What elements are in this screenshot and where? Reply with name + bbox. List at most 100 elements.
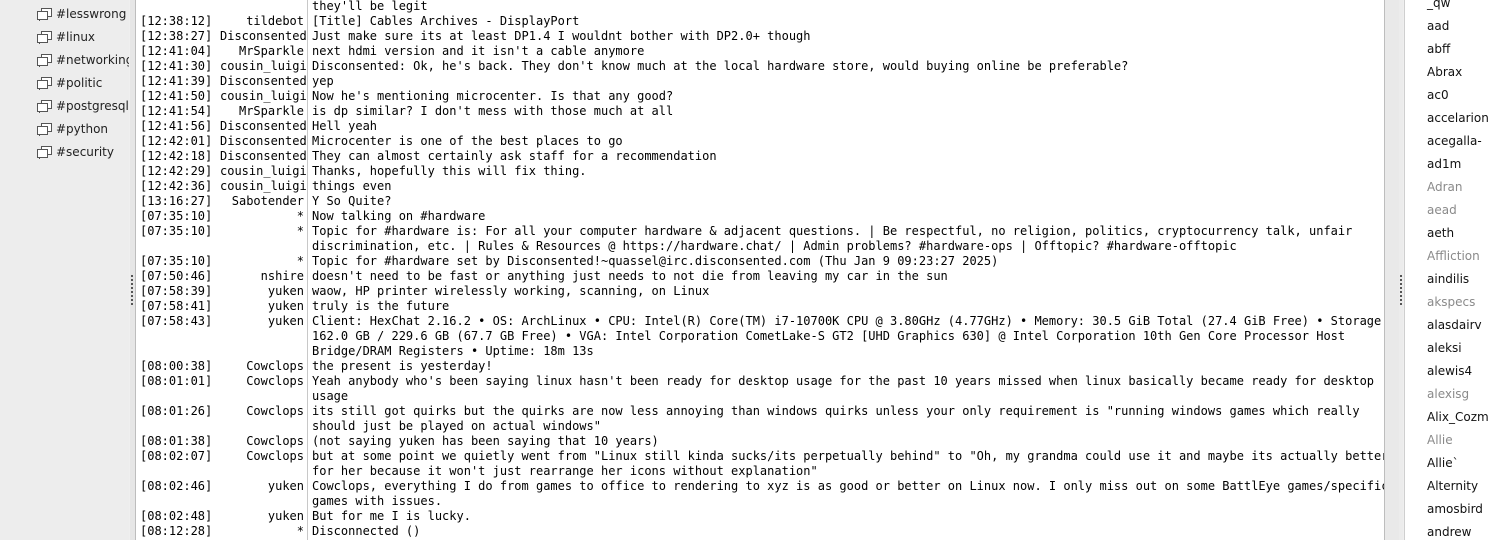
message-nick[interactable]: *	[220, 524, 304, 539]
message-nick[interactable]: Disconsented	[220, 134, 307, 149]
message-nick[interactable]: yuken	[220, 299, 304, 314]
channel-tree: #lesswrong #linux #networking #politic #post…	[0, 0, 129, 540]
user-list-item[interactable]: alewis4	[1427, 360, 1472, 383]
user-list-item[interactable]: accelarion	[1427, 107, 1489, 130]
user-list-item[interactable]: acegalla-	[1427, 130, 1482, 153]
channel-icon	[37, 99, 52, 113]
message-nick[interactable]: *	[220, 224, 304, 239]
message-nick[interactable]: Disconsented	[220, 149, 307, 164]
user-list-item[interactable]: aindilis	[1427, 268, 1469, 291]
channel-item[interactable]: #python	[37, 120, 129, 138]
message-nick[interactable]: Cowclops	[220, 449, 304, 464]
message-timestamp: [12:41:30]	[140, 59, 213, 73]
message-text: Just make sure its at least DP1.4 I woul…	[312, 29, 811, 43]
message-timestamp: [08:01:01]	[140, 374, 213, 388]
user-list-item[interactable]: andrew	[1427, 521, 1471, 540]
message-timestamp: [07:35:10]	[140, 209, 213, 223]
message-text: but at some point we quietly went from "…	[312, 449, 1385, 463]
message-nick[interactable]: Cowclops	[220, 434, 304, 449]
message-nick[interactable]: Disconsented	[220, 74, 307, 89]
message-nick[interactable]: *	[220, 209, 304, 224]
message-nick[interactable]: cousin_luigi	[220, 59, 307, 74]
message-text: They can almost certainly ask staff for …	[312, 149, 717, 163]
user-list-item[interactable]: Alix_Cozm	[1427, 406, 1489, 429]
message-nick[interactable]: tildebot	[220, 14, 304, 29]
user-list-item[interactable]: aead	[1427, 199, 1457, 222]
message-text: Now he's mentioning microcenter. Is that…	[312, 89, 674, 103]
message-nick[interactable]: Disconsented	[220, 119, 307, 134]
user-list-item[interactable]: Alternity	[1427, 475, 1478, 498]
message-text: Bridge/DRAM Registers • Uptime: 18m 13s	[312, 344, 594, 358]
message-text: truly is the future	[312, 299, 450, 313]
user-list-item[interactable]: Adran	[1427, 176, 1463, 199]
message-text: (not saying yuken has been saying that 1…	[312, 434, 659, 448]
splitter-grip[interactable]	[131, 275, 133, 305]
splitter-grip[interactable]	[1400, 275, 1402, 305]
message-timestamp: [08:01:38]	[140, 434, 213, 448]
message-nick[interactable]: MrSparkle	[220, 104, 304, 119]
user-list-item[interactable]: alexisg	[1427, 383, 1469, 406]
channel-item[interactable]: #politic	[37, 74, 129, 92]
channel-icon	[37, 7, 52, 21]
user-list-item[interactable]: aeth	[1427, 222, 1454, 245]
message-timestamp: [08:02:48]	[140, 509, 213, 523]
channel-item[interactable]: #lesswrong	[37, 5, 129, 23]
message-nick[interactable]: cousin_luigi	[220, 179, 307, 194]
message-text: usage	[312, 389, 349, 403]
channel-item[interactable]: #linux	[37, 28, 129, 46]
nick-column-separator	[307, 0, 308, 540]
user-list-item[interactable]: Allie	[1427, 429, 1453, 452]
message-nick[interactable]: Cowclops	[220, 359, 304, 374]
user-list-item[interactable]: Abrax	[1427, 61, 1462, 84]
user-list-item[interactable]: _qw	[1427, 0, 1450, 15]
message-nick[interactable]: MrSparkle	[220, 44, 304, 59]
channel-item[interactable]: #postgresql	[37, 97, 129, 115]
user-list-item[interactable]: alasdairv	[1427, 314, 1482, 337]
message-nick[interactable]: cousin_luigi	[220, 164, 307, 179]
channel-label: #networking	[56, 53, 129, 67]
message-nick[interactable]: Sabotender	[220, 194, 304, 209]
message-nick[interactable]: Cowclops	[220, 404, 304, 419]
channel-item[interactable]: #security	[37, 143, 129, 161]
user-list-item[interactable]: Allie`	[1427, 452, 1459, 475]
message-nick[interactable]: yuken	[220, 479, 304, 494]
message-text: Topic for #hardware set by Disconsented!…	[312, 254, 999, 268]
user-list-item[interactable]: abff	[1427, 38, 1450, 61]
user-list-item[interactable]: aad	[1427, 15, 1449, 38]
message-nick[interactable]: yuken	[220, 509, 304, 524]
user-list-item[interactable]: Affliction	[1427, 245, 1480, 268]
message-text: next hdmi version and it isn't a cable a…	[312, 44, 645, 58]
message-text: Y So Quite?	[312, 194, 392, 208]
message-nick[interactable]: yuken	[220, 314, 304, 329]
user-list-item[interactable]: ad1m	[1427, 153, 1461, 176]
message-timestamp: [07:35:10]	[140, 224, 213, 238]
user-list-item[interactable]: akspecs	[1427, 291, 1475, 314]
message-timestamp: [12:41:54]	[140, 104, 213, 118]
message-timestamp: [08:02:07]	[140, 449, 213, 463]
message-timestamp: [13:16:27]	[140, 194, 213, 208]
right-pane-splitter[interactable]	[1399, 0, 1403, 540]
message-text: 162.0 GB / 229.6 GB (67.7 GB Free) • VGA…	[312, 329, 1346, 343]
message-text: should just be played on actual windows"	[312, 419, 601, 433]
message-nick[interactable]: nshire	[220, 269, 304, 284]
message-timestamp: [07:50:46]	[140, 269, 213, 283]
message-text: Hell yeah	[312, 119, 378, 133]
user-list-item[interactable]: ac0	[1427, 84, 1449, 107]
message-timestamp: [12:41:50]	[140, 89, 213, 103]
message-timestamp: [12:38:27]	[140, 29, 213, 43]
message-text: for her because it won't just rearrange …	[312, 464, 818, 478]
message-text: things even	[312, 179, 392, 193]
message-text: waow, HP printer wirelessly working, sca…	[312, 284, 710, 298]
user-list-item[interactable]: aleksi	[1427, 337, 1462, 360]
message-timestamp: [07:58:43]	[140, 314, 213, 328]
message-nick[interactable]: yuken	[220, 284, 304, 299]
user-list-item[interactable]: amosbird	[1427, 498, 1483, 521]
message-nick[interactable]: Cowclops	[220, 374, 304, 389]
channel-item[interactable]: #networking	[37, 51, 129, 69]
message-nick[interactable]: *	[220, 254, 304, 269]
chat-scrollbar[interactable]	[1385, 0, 1399, 540]
chat-log[interactable]: they'll be legit [12:38:12] tildebot [Title…	[135, 0, 1385, 540]
message-nick[interactable]: Disconsented	[220, 29, 307, 44]
message-nick[interactable]: cousin_luigi	[220, 89, 307, 104]
channel-icon	[37, 122, 52, 136]
